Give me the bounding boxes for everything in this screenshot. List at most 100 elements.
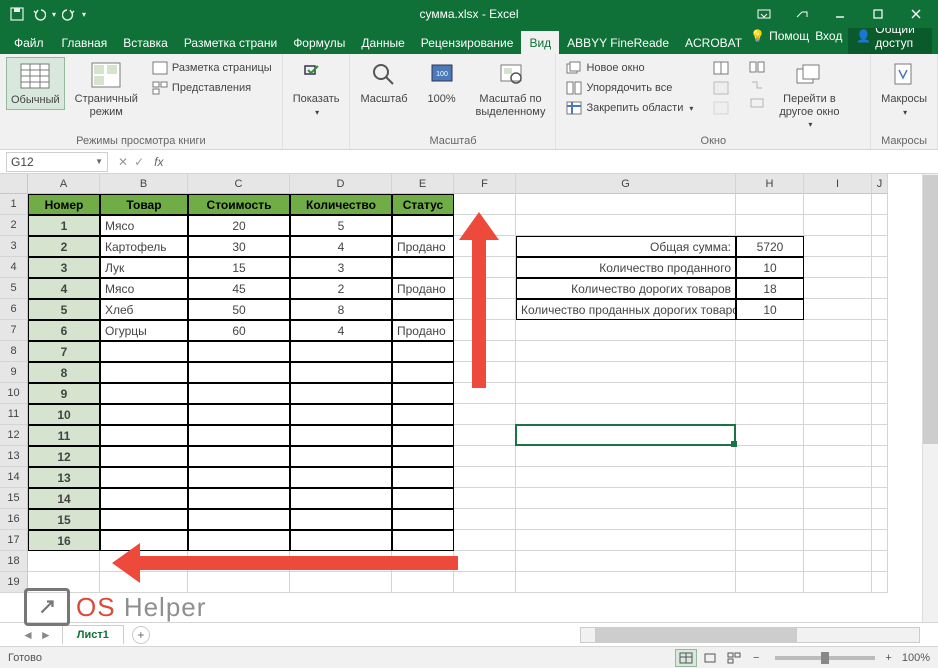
cell[interactable] <box>100 530 188 551</box>
cell[interactable] <box>872 257 888 278</box>
cell[interactable] <box>516 404 736 425</box>
cell[interactable] <box>516 551 736 572</box>
col-header[interactable]: A <box>28 174 100 194</box>
cell[interactable] <box>516 320 736 341</box>
cell[interactable]: 11 <box>28 425 100 446</box>
cell[interactable] <box>454 383 516 404</box>
cell[interactable] <box>454 404 516 425</box>
row-header[interactable]: 4 <box>0 257 28 278</box>
cell[interactable]: 5 <box>28 299 100 320</box>
cell[interactable] <box>804 341 872 362</box>
cell[interactable]: 10 <box>736 299 804 320</box>
cell[interactable] <box>454 509 516 530</box>
cell[interactable] <box>872 236 888 257</box>
custom-views-button[interactable]: Представления <box>148 79 276 97</box>
cell[interactable] <box>872 530 888 551</box>
cell[interactable] <box>736 341 804 362</box>
save-icon[interactable] <box>8 5 26 23</box>
row-header[interactable]: 3 <box>0 236 28 257</box>
cell[interactable]: Товар <box>100 194 188 215</box>
cell[interactable] <box>804 404 872 425</box>
cell[interactable]: 2 <box>28 236 100 257</box>
row-header[interactable]: 17 <box>0 530 28 551</box>
cell[interactable]: 3 <box>290 257 392 278</box>
cell[interactable]: Мясо <box>100 278 188 299</box>
cell[interactable] <box>28 551 100 572</box>
cell[interactable]: 12 <box>28 446 100 467</box>
cell[interactable] <box>736 509 804 530</box>
cell[interactable] <box>290 572 392 593</box>
row-header[interactable]: 8 <box>0 341 28 362</box>
row-header[interactable]: 9 <box>0 362 28 383</box>
cell[interactable] <box>392 404 454 425</box>
cell[interactable] <box>454 194 516 215</box>
cell[interactable]: Общая сумма: <box>516 236 736 257</box>
cell[interactable] <box>804 425 872 446</box>
cell[interactable] <box>872 341 888 362</box>
cell[interactable] <box>100 425 188 446</box>
cell[interactable] <box>872 278 888 299</box>
cell[interactable]: 13 <box>28 467 100 488</box>
cell[interactable]: 3 <box>28 257 100 278</box>
sheet-nav-prev-icon[interactable]: ◄ <box>20 628 36 642</box>
arrange-all-button[interactable]: Упорядочить все <box>562 79 697 97</box>
hide-button[interactable] <box>709 79 733 97</box>
cell[interactable] <box>516 509 736 530</box>
cell[interactable] <box>736 404 804 425</box>
cell[interactable] <box>454 488 516 509</box>
cell[interactable] <box>516 488 736 509</box>
cell[interactable] <box>804 509 872 530</box>
row-header[interactable]: 16 <box>0 509 28 530</box>
cell[interactable] <box>516 425 736 446</box>
tab-insert[interactable]: Вставка <box>115 31 176 54</box>
cell[interactable]: 4 <box>290 236 392 257</box>
col-header[interactable]: B <box>100 174 188 194</box>
macros-button[interactable]: Макросы▾ <box>877 57 931 119</box>
cell[interactable] <box>736 383 804 404</box>
cell[interactable] <box>100 404 188 425</box>
cell[interactable] <box>804 194 872 215</box>
col-header[interactable]: J <box>872 174 888 194</box>
row-header[interactable]: 14 <box>0 467 28 488</box>
cell[interactable] <box>804 278 872 299</box>
normal-view-icon[interactable] <box>675 649 697 667</box>
cell[interactable] <box>736 467 804 488</box>
help-link-icon[interactable] <box>784 0 820 28</box>
vertical-scrollbar[interactable] <box>922 174 938 622</box>
close-icon[interactable] <box>898 0 934 28</box>
row-header[interactable]: 2 <box>0 215 28 236</box>
cell[interactable] <box>454 446 516 467</box>
cell[interactable]: 60 <box>188 320 290 341</box>
cell[interactable] <box>100 467 188 488</box>
cell[interactable] <box>100 509 188 530</box>
cell[interactable] <box>872 404 888 425</box>
cell[interactable] <box>188 551 290 572</box>
cell[interactable] <box>516 383 736 404</box>
cell[interactable] <box>804 551 872 572</box>
cell[interactable] <box>100 341 188 362</box>
cell[interactable] <box>516 194 736 215</box>
cell[interactable] <box>454 530 516 551</box>
cell[interactable]: 10 <box>736 257 804 278</box>
show-button[interactable]: Показать▾ <box>289 57 344 119</box>
name-box[interactable]: G12▼ <box>6 152 108 172</box>
cell[interactable] <box>290 551 392 572</box>
cell[interactable] <box>736 446 804 467</box>
col-header[interactable]: I <box>804 174 872 194</box>
add-sheet-button[interactable]: + <box>132 626 150 644</box>
cell[interactable] <box>188 383 290 404</box>
cell[interactable]: Статус <box>392 194 454 215</box>
cell[interactable]: 14 <box>28 488 100 509</box>
cell[interactable] <box>454 572 516 593</box>
cell[interactable] <box>188 467 290 488</box>
tab-view[interactable]: Вид <box>521 31 559 54</box>
row-header[interactable]: 7 <box>0 320 28 341</box>
cell[interactable] <box>290 530 392 551</box>
cell[interactable] <box>290 341 392 362</box>
cell[interactable]: 50 <box>188 299 290 320</box>
cell[interactable] <box>872 383 888 404</box>
cell[interactable] <box>454 320 516 341</box>
cell[interactable] <box>872 299 888 320</box>
cell[interactable] <box>804 383 872 404</box>
cell[interactable]: Продано <box>392 320 454 341</box>
